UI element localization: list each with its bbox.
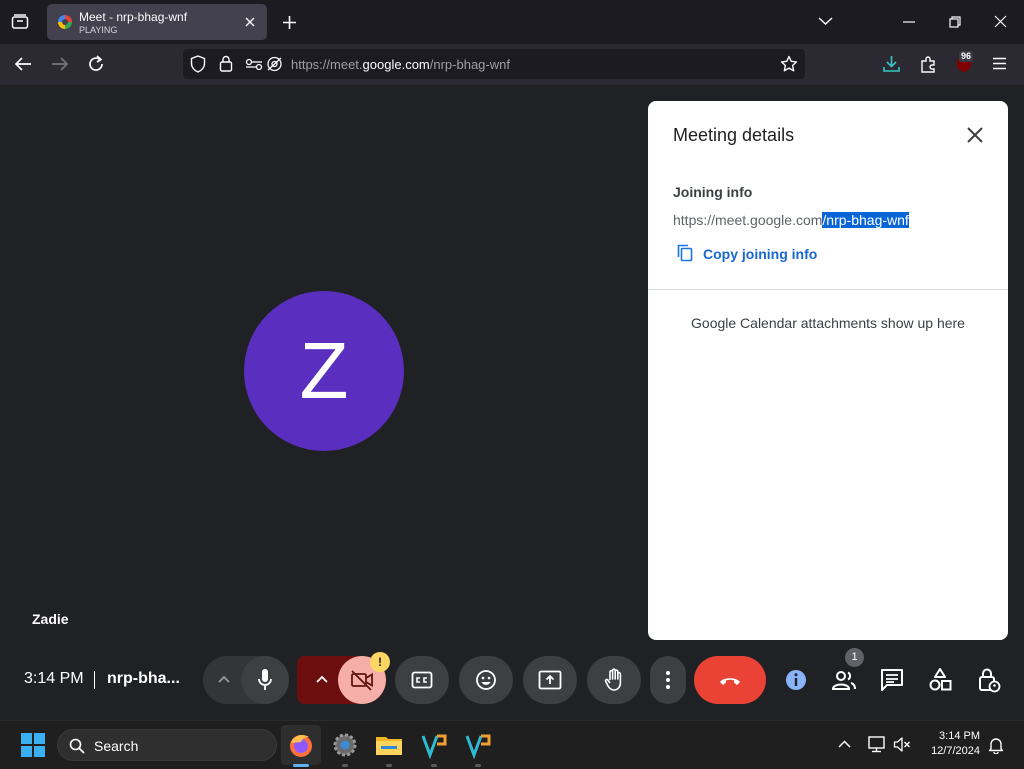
camera-blocked-icon[interactable] — [266, 56, 283, 72]
browser-nav-bar: https://meet.google.com/nrp-bhag-wnf — [0, 44, 1024, 85]
meet-favicon-icon — [58, 15, 72, 29]
people-icon[interactable] — [828, 664, 860, 696]
chat-icon[interactable] — [876, 664, 908, 696]
new-tab-icon[interactable] — [282, 15, 297, 30]
present-screen-icon — [538, 670, 562, 690]
app-v-1-indicator — [431, 764, 437, 767]
app-v-icon-2[interactable] — [462, 729, 494, 761]
minimize-icon[interactable] — [903, 21, 915, 23]
raise-hand-button[interactable] — [587, 656, 641, 704]
settings-app-icon[interactable] — [329, 729, 361, 761]
microphone-button[interactable] — [241, 656, 289, 704]
tab-close-icon[interactable] — [243, 15, 257, 29]
camera-warning-badge: ! — [370, 652, 390, 672]
clock-date: 12/7/2024 — [931, 745, 980, 757]
back-arrow-icon[interactable] — [14, 56, 32, 72]
copy-joining-info-label: Copy joining info — [703, 246, 818, 262]
show-hidden-icons-chevron-icon[interactable] — [838, 740, 851, 748]
firefox-active-indicator — [293, 764, 309, 767]
search-icon — [69, 738, 85, 754]
taskbar-clock[interactable]: 3:14 PM 12/7/2024 — [920, 729, 980, 759]
tab-list-icon[interactable] — [11, 14, 29, 30]
panel-close-icon[interactable] — [964, 124, 986, 146]
meeting-details-icon[interactable] — [780, 664, 812, 696]
permissions-icon[interactable] — [245, 58, 263, 70]
restore-icon[interactable] — [949, 16, 961, 28]
explorer-indicator — [386, 764, 392, 767]
app-menu-icon[interactable] — [992, 57, 1007, 70]
more-options-button[interactable] — [650, 656, 686, 704]
list-all-tabs-icon[interactable] — [818, 16, 833, 26]
meeting-code: nrp-bha... — [107, 670, 180, 687]
extension-badge: 96 — [959, 51, 974, 62]
tab-playing-status: PLAYING — [79, 25, 118, 35]
activities-icon[interactable] — [924, 664, 956, 696]
leave-call-button[interactable] — [694, 656, 766, 704]
app-v-icon-1[interactable] — [418, 729, 450, 761]
bookmark-star-icon[interactable] — [780, 55, 798, 73]
audio-options-chevron-icon[interactable] — [218, 675, 230, 683]
copy-icon — [677, 244, 693, 262]
captions-button[interactable] — [395, 656, 449, 704]
camera-off-icon — [351, 670, 373, 691]
clock-time: 3:14 PM — [939, 730, 980, 742]
lock-icon[interactable] — [219, 55, 233, 72]
emoji-icon — [476, 670, 496, 690]
url-bar[interactable]: https://meet.google.com/nrp-bhag-wnf — [183, 49, 805, 79]
calendar-attachments-text: Google Calendar attachments show up here — [691, 315, 965, 331]
participants-count-badge: 1 — [845, 648, 864, 667]
joining-url[interactable]: https://meet.google.com/nrp-bhag-wnf — [673, 212, 909, 228]
windows-taskbar: Search 3:14 PM 12/7/2024 — [0, 720, 1024, 769]
participant-avatar: Z — [244, 291, 404, 451]
file-explorer-icon[interactable] — [373, 729, 405, 761]
closed-captions-icon — [411, 671, 433, 689]
selected-url-text: /nrp-bhag-wnf — [822, 212, 909, 228]
time-separator — [94, 671, 95, 689]
notifications-bell-icon[interactable] — [988, 736, 1004, 754]
network-icon[interactable] — [866, 735, 886, 753]
meeting-time: 3:14 PM — [24, 670, 84, 687]
more-vertical-icon — [666, 671, 670, 689]
hang-up-icon — [720, 678, 740, 685]
microphone-icon — [258, 669, 272, 690]
windows-start-icon[interactable] — [17, 729, 49, 761]
meeting-details-panel: Meeting details Joining info https://mee… — [648, 101, 1008, 640]
copy-joining-info-button[interactable]: Copy joining info — [677, 244, 817, 262]
volume-muted-icon[interactable] — [893, 736, 911, 753]
window-close-icon[interactable] — [994, 15, 1007, 28]
reactions-button[interactable] — [459, 656, 513, 704]
app-v-2-indicator — [475, 764, 481, 767]
tracking-shield-icon[interactable] — [190, 55, 206, 73]
joining-info-heading: Joining info — [673, 184, 753, 200]
panel-divider — [648, 289, 1008, 290]
raise-hand-icon — [604, 668, 622, 691]
participant-name: Zadie — [32, 611, 69, 627]
mic-group — [203, 656, 289, 704]
host-controls-lock-icon[interactable] — [972, 664, 1004, 696]
extensions-puzzle-icon[interactable] — [920, 55, 938, 73]
panel-title: Meeting details — [673, 125, 795, 145]
tab-title: Meet - nrp-bhag-wnf — [79, 10, 188, 24]
settings-indicator — [342, 764, 348, 767]
video-options-chevron-icon[interactable] — [316, 675, 328, 683]
tab-meet[interactable]: Meet - nrp-bhag-wnf PLAYING — [47, 4, 267, 40]
forward-arrow-icon[interactable] — [51, 56, 69, 72]
url-text[interactable]: https://meet.google.com/nrp-bhag-wnf — [291, 57, 510, 72]
reload-icon[interactable] — [87, 55, 105, 73]
browser-tab-bar: Meet - nrp-bhag-wnf PLAYING — [0, 0, 1024, 44]
downloads-icon[interactable] — [883, 55, 900, 73]
taskbar-search[interactable]: Search — [57, 729, 277, 761]
firefox-icon[interactable] — [285, 729, 317, 761]
taskbar-search-label: Search — [94, 738, 139, 754]
present-screen-button[interactable] — [523, 656, 577, 704]
